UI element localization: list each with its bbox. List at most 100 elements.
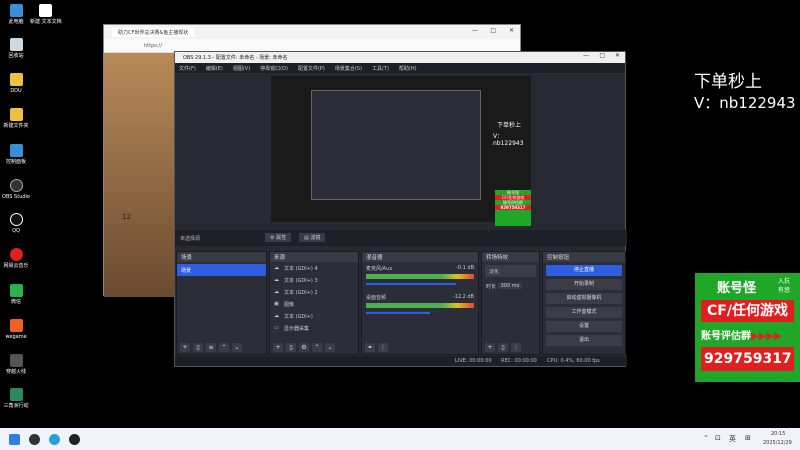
transition-select[interactable]: 淡化 bbox=[485, 265, 536, 277]
source-item[interactable]: ☁ 文本 (GDI+) 4 bbox=[270, 262, 358, 274]
music-icon bbox=[9, 248, 23, 261]
chevron-down-icon[interactable]: ⌄ bbox=[232, 343, 242, 352]
menu-icon[interactable]: ≡ bbox=[206, 343, 216, 352]
menu-docks[interactable]: 停靠窗口(D) bbox=[260, 65, 288, 72]
link-icon[interactable]: ⚭ bbox=[365, 343, 375, 352]
desktop-icon-text-doc[interactable]: 新建 文本文档 bbox=[30, 4, 62, 25]
ad-banner: 账号怪 入抗 有惩 CF/任何游戏 账号评估群▶▶▶▶ 929759317 bbox=[695, 273, 800, 382]
trash-icon[interactable]: ▯ bbox=[498, 343, 508, 352]
trash-icon[interactable]: ▯ bbox=[193, 343, 203, 352]
source-item[interactable]: ☁ 文本 (GDI+) 3 bbox=[270, 274, 358, 286]
menu-icon[interactable]: ⋮ bbox=[511, 343, 521, 352]
folder-icon bbox=[9, 108, 23, 121]
obs-window[interactable]: OBS 29.1.3 - 配置文件: 未命名 - 场景: 未命名 — □ ✕ 文… bbox=[174, 51, 627, 367]
source-item[interactable]: ☁ 文本 (GDI+) bbox=[270, 310, 358, 322]
duration-input[interactable]: 300 ms bbox=[497, 283, 523, 289]
wechat-icon bbox=[9, 284, 23, 297]
volume-slider[interactable] bbox=[366, 312, 430, 314]
add-icon[interactable]: + bbox=[485, 343, 495, 352]
maximize-icon[interactable]: □ bbox=[490, 27, 496, 34]
maximize-icon[interactable]: □ bbox=[599, 52, 605, 59]
control-panel-icon bbox=[9, 144, 23, 157]
cpu-status: CPU: 0.4%, 60.00 fps bbox=[547, 358, 600, 364]
menu-edit[interactable]: 编辑(E) bbox=[206, 65, 223, 72]
duration-row: 时长 300 ms bbox=[482, 280, 539, 292]
preview-overlay-text-2: V：nb122943 bbox=[493, 133, 524, 147]
tray-chevron-icon[interactable]: ⌃ bbox=[703, 434, 709, 442]
chevron-up-icon[interactable]: ⌃ bbox=[219, 343, 229, 352]
obs-icon[interactable] bbox=[69, 433, 80, 445]
clock-date[interactable]: 2025/12/29 bbox=[763, 440, 792, 446]
menu-profile[interactable]: 配置文件(P) bbox=[298, 65, 325, 72]
close-icon[interactable]: ✕ bbox=[615, 52, 620, 59]
chevron-up-icon[interactable]: ⌃ bbox=[312, 343, 322, 352]
menu-file[interactable]: 文件(F) bbox=[179, 65, 196, 72]
site-banner-image bbox=[104, 53, 176, 297]
stop-streaming-button[interactable]: 停止直播 bbox=[546, 265, 622, 276]
taskbar: ⌃ ⊡ 英 ⊞ 20:15 2025/12/29 bbox=[0, 428, 800, 450]
add-icon[interactable]: + bbox=[273, 343, 283, 352]
transitions-dock: 转场特效 淡化 时长 300 ms + ▯ ⋮ bbox=[481, 251, 540, 355]
volume-meter bbox=[366, 303, 474, 308]
mixer-channel-mic: 麦克风/Aux -0.1 dB bbox=[366, 265, 474, 272]
desktop-icon-netease[interactable]: 网易云音乐 bbox=[1, 248, 31, 269]
preview-canvas[interactable]: 下单秒上 V：nb122943 账号怪 CF/任何游戏 账号评估群 929759… bbox=[271, 76, 531, 226]
menu-icon[interactable]: ⋮ bbox=[378, 343, 388, 352]
menu-help[interactable]: 帮助(H) bbox=[399, 65, 417, 72]
mixer-channel-desktop: 桌面音频 -12.2 dB bbox=[366, 294, 474, 301]
edge-icon[interactable] bbox=[49, 433, 60, 445]
grid-icon[interactable]: ⊞ bbox=[745, 434, 751, 442]
desktop-icon-qq[interactable]: QQ bbox=[1, 213, 31, 234]
clock-time[interactable]: 20:15 bbox=[771, 431, 785, 437]
desktop-icon-delta[interactable]: 三角洲行动 bbox=[1, 388, 31, 409]
source-item[interactable]: ▭ 显示器采集 bbox=[270, 322, 358, 334]
desktop-icon-new-folder[interactable]: 新建文件夹 bbox=[1, 108, 31, 129]
properties-button[interactable]: ⚙ 属性 bbox=[265, 233, 292, 242]
sources-buttons: + ▯ ⚙ ⌃ ⌄ bbox=[273, 343, 335, 352]
virtual-camera-button[interactable]: 启动虚拟摄像机 bbox=[546, 293, 622, 304]
settings-button[interactable]: 设置 bbox=[546, 321, 622, 332]
desktop-icon-wegame[interactable]: wegame bbox=[1, 319, 31, 340]
trash-icon[interactable]: ▯ bbox=[286, 343, 296, 352]
browser-titlebar[interactable]: 助力CF世界总决赛&鱼主播现状 — □ ✕ bbox=[104, 25, 520, 39]
monitor-icon: ▭ bbox=[274, 325, 279, 331]
obs-titlebar[interactable]: OBS 29.1.3 - 配置文件: 未命名 - 场景: 未命名 — □ ✕ bbox=[175, 52, 625, 63]
transitions-header: 转场特效 bbox=[482, 252, 539, 262]
menu-tools[interactable]: 工具(T) bbox=[372, 65, 389, 72]
exit-button[interactable]: 退出 bbox=[546, 335, 622, 346]
menu-view[interactable]: 视图(V) bbox=[233, 65, 250, 72]
network-icon[interactable]: ⊡ bbox=[715, 434, 721, 442]
add-icon[interactable]: + bbox=[180, 343, 190, 352]
desktop-icon-control-panel[interactable]: 控制面板 bbox=[1, 144, 31, 165]
start-recording-button[interactable]: 开始录制 bbox=[546, 279, 622, 290]
desktop-icon-obs[interactable]: OBS Studio bbox=[1, 179, 31, 200]
menu-scene-collection[interactable]: 场景集合(S) bbox=[335, 65, 362, 72]
start-icon[interactable] bbox=[9, 433, 20, 445]
scene-item[interactable]: 场景 bbox=[177, 264, 266, 276]
desktop-icon-this-pc[interactable]: 此电脑 bbox=[1, 4, 31, 25]
chevron-down-icon[interactable]: ⌄ bbox=[325, 343, 335, 352]
gear-icon[interactable]: ⚙ bbox=[299, 343, 309, 352]
volume-meter bbox=[366, 274, 474, 279]
close-icon[interactable]: ✕ bbox=[509, 27, 514, 34]
preview-nested-screen bbox=[311, 90, 481, 200]
site-count: 12 bbox=[122, 213, 131, 221]
input-language[interactable]: 英 bbox=[729, 434, 736, 444]
computer-icon bbox=[9, 4, 23, 17]
studio-mode-button[interactable]: 工作室模式 bbox=[546, 307, 622, 318]
search-icon[interactable] bbox=[29, 433, 40, 445]
filters-button[interactable]: ▤ 滤镜 bbox=[299, 233, 326, 242]
browser-tab-title[interactable]: 助力CF世界总决赛&鱼主播现状 bbox=[112, 27, 195, 37]
desktop-icon-recycle[interactable]: 回收站 bbox=[1, 38, 31, 59]
desktop-icon-wechat[interactable]: 微信 bbox=[1, 284, 31, 305]
controls-header: 控制按钮 bbox=[543, 252, 625, 262]
ad-qq-number: 929759317 bbox=[701, 347, 794, 371]
source-item[interactable]: ▣ 图像 bbox=[270, 298, 358, 310]
source-item[interactable]: ☁ 文本 (GDI+) 2 bbox=[270, 286, 358, 298]
text-icon: ☁ bbox=[274, 313, 279, 319]
minimize-icon[interactable]: — bbox=[583, 52, 589, 59]
desktop-icon-ddu[interactable]: DDU bbox=[1, 73, 31, 94]
minimize-icon[interactable]: — bbox=[472, 27, 478, 34]
desktop-icon-cf[interactable]: 穿越火线 bbox=[1, 354, 31, 375]
volume-slider[interactable] bbox=[366, 283, 457, 285]
